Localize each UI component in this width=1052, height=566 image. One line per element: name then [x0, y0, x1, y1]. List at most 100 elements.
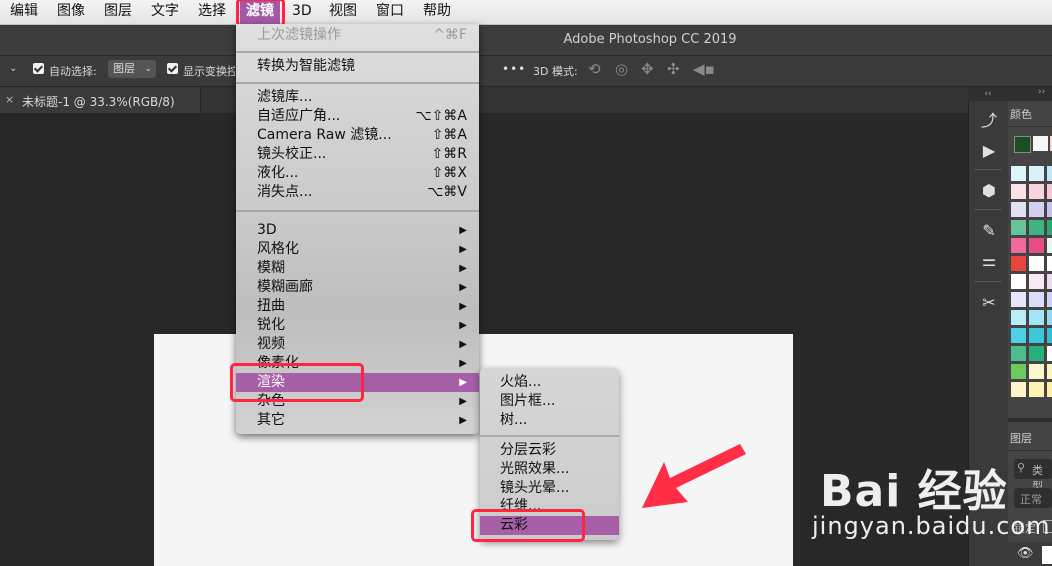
menu-item-convert-smart-filter[interactable]: 转换为智能滤镜: [236, 57, 479, 76]
color-swatch[interactable]: [1029, 346, 1044, 361]
menu-item-adaptive-wide-angle[interactable]: 自适应广角... ⌥⇧⌘A: [236, 107, 479, 126]
color-swatch[interactable]: [1011, 220, 1026, 235]
color-swatch[interactable]: [1029, 238, 1044, 253]
background-color-swatch[interactable]: [1033, 136, 1048, 151]
visibility-eye-icon[interactable]: 👁: [1017, 546, 1034, 561]
color-swatch[interactable]: [1029, 184, 1044, 199]
close-icon[interactable]: ×: [5, 93, 14, 106]
3d-scale-icon[interactable]: ◀▪: [693, 60, 715, 78]
menu-item-blur-gallery[interactable]: 模糊画廊 ▶: [236, 278, 479, 297]
3d-cube-icon[interactable]: ⬢: [976, 180, 1002, 202]
actions-play-icon[interactable]: ▶: [976, 140, 1002, 162]
color-swatch[interactable]: [1047, 364, 1052, 379]
color-swatch[interactable]: [1029, 220, 1044, 235]
menu-item-distort[interactable]: 扭曲 ▶: [236, 297, 479, 316]
show-transform-checkbox[interactable]: [167, 63, 178, 74]
3d-roll-icon[interactable]: ◎: [615, 60, 628, 78]
tool-preset-chevron-icon[interactable]: ⌄: [9, 63, 17, 74]
tab-color[interactable]: 颜色: [1010, 106, 1032, 122]
color-swatch[interactable]: [1011, 364, 1026, 379]
color-swatch[interactable]: [1047, 382, 1052, 397]
color-swatch[interactable]: [1011, 310, 1026, 325]
color-swatch[interactable]: [1029, 274, 1044, 289]
submenu-item-flame[interactable]: 火焰...: [480, 373, 619, 392]
menu-image[interactable]: 图像: [57, 0, 85, 24]
submenu-item-difference-clouds[interactable]: 分层云彩: [480, 441, 619, 460]
expand-panel-icon[interactable]: ››: [1038, 87, 1045, 97]
color-swatch[interactable]: [1047, 328, 1052, 343]
menu-item-filter-gallery[interactable]: 滤镜库...: [236, 88, 479, 107]
menu-item-lens-correction[interactable]: 镜头校正... ⇧⌘R: [236, 145, 479, 164]
history-icon[interactable]: ⤴: [976, 110, 1002, 132]
brush-icon[interactable]: ✎: [976, 220, 1002, 242]
color-swatch[interactable]: [1029, 310, 1044, 325]
color-swatch[interactable]: [1029, 364, 1044, 379]
color-swatch[interactable]: [1011, 274, 1026, 289]
color-swatch[interactable]: [1011, 382, 1026, 397]
submenu-item-picture-frame[interactable]: 图片框...: [480, 392, 619, 411]
layer-row[interactable]: 👁: [1008, 542, 1052, 566]
menu-item-blur[interactable]: 模糊 ▶: [236, 259, 479, 278]
menu-item-liquify[interactable]: 液化... ⇧⌘X: [236, 164, 479, 183]
tab-layers[interactable]: 图层: [1010, 430, 1032, 446]
submenu-item-tree[interactable]: 树...: [480, 411, 619, 430]
auto-select-value: 图层: [113, 62, 135, 75]
3d-orbit-icon[interactable]: ⟲: [588, 60, 601, 78]
menu-3d[interactable]: 3D: [292, 0, 312, 24]
menu-item-3d[interactable]: 3D ▶: [236, 221, 479, 240]
submenu-arrow-icon: ▶: [459, 320, 467, 331]
menu-help[interactable]: 帮助: [423, 0, 451, 24]
color-swatch[interactable]: [1011, 292, 1026, 307]
menu-item-stylize[interactable]: 风格化 ▶: [236, 240, 479, 259]
color-swatch[interactable]: [1011, 346, 1026, 361]
menu-edit[interactable]: 编辑: [10, 0, 38, 24]
auto-select-checkbox[interactable]: [33, 63, 44, 74]
menu-item-camera-raw[interactable]: Camera Raw 滤镜... ⇧⌘A: [236, 126, 479, 145]
color-swatch[interactable]: [1011, 238, 1026, 253]
layer-filter-dropdown[interactable]: ⚲ 类型: [1014, 459, 1052, 493]
color-swatch[interactable]: [1047, 292, 1052, 307]
menu-item-sharpen[interactable]: 锐化 ▶: [236, 316, 479, 335]
color-swatch[interactable]: [1029, 166, 1044, 181]
foreground-color-swatch[interactable]: [1014, 136, 1031, 153]
color-swatch[interactable]: [1011, 166, 1026, 181]
color-swatch[interactable]: [1047, 220, 1052, 235]
more-options-button[interactable]: •••: [502, 62, 526, 76]
color-swatch[interactable]: [1011, 202, 1026, 217]
color-swatch[interactable]: [1047, 310, 1052, 325]
color-swatch[interactable]: [1029, 256, 1044, 271]
menu-item-video[interactable]: 视频 ▶: [236, 335, 479, 354]
menu-item-other[interactable]: 其它 ▶: [236, 411, 479, 430]
menu-type[interactable]: 文字: [151, 0, 179, 24]
tool-presets-icon[interactable]: ✂: [976, 292, 1002, 314]
menu-view[interactable]: 视图: [329, 0, 357, 24]
auto-select-dropdown[interactable]: 图层 ⌄: [108, 60, 156, 78]
color-swatch[interactable]: [1011, 328, 1026, 343]
submenu-item-lighting-effects[interactable]: 光照效果...: [480, 460, 619, 479]
color-swatch[interactable]: [1029, 382, 1044, 397]
color-swatch[interactable]: [1047, 202, 1052, 217]
color-swatch[interactable]: [1029, 202, 1044, 217]
menu-layer[interactable]: 图层: [104, 0, 132, 24]
menu-select[interactable]: 选择: [198, 0, 226, 24]
blend-mode-dropdown[interactable]: 正常: [1014, 488, 1052, 508]
color-swatch[interactable]: [1047, 274, 1052, 289]
color-swatch[interactable]: [1029, 292, 1044, 307]
menu-window[interactable]: 窗口: [376, 0, 404, 24]
submenu-arrow-icon: ▶: [459, 415, 467, 426]
color-swatch[interactable]: [1029, 328, 1044, 343]
color-swatch[interactable]: [1047, 346, 1052, 361]
window-title: Adobe Photoshop CC 2019: [563, 32, 737, 47]
brush-settings-icon[interactable]: ⚌: [976, 250, 1002, 272]
color-swatch[interactable]: [1011, 256, 1026, 271]
color-swatch[interactable]: [1047, 184, 1052, 199]
menu-item-vanishing-point[interactable]: 消失点... ⌥⌘V: [236, 183, 479, 202]
color-swatch[interactable]: [1047, 256, 1052, 271]
submenu-item-lens-flare[interactable]: 镜头光晕...: [480, 479, 619, 498]
color-swatch[interactable]: [1011, 184, 1026, 199]
3d-drag-icon[interactable]: ✥: [641, 60, 654, 78]
color-swatch[interactable]: [1047, 238, 1052, 253]
3d-slide-icon[interactable]: ✣: [667, 60, 680, 78]
collapse-panels-icon[interactable]: ‹‹: [968, 87, 1008, 101]
color-swatch[interactable]: [1047, 166, 1052, 181]
